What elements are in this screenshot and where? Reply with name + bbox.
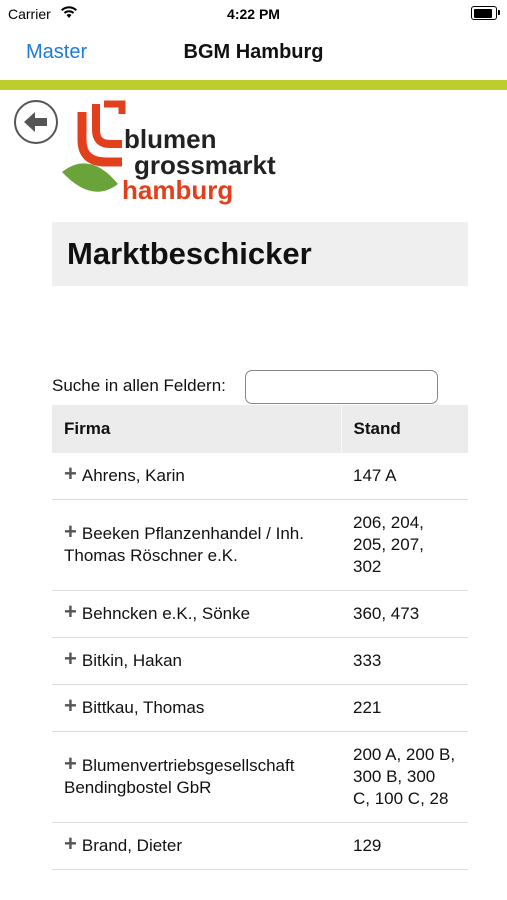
status-bar: Carrier 4:22 PM xyxy=(0,0,507,28)
firma-name: Brand, Dieter xyxy=(81,836,183,855)
nav-title: BGM Hamburg xyxy=(183,41,324,63)
stand-cell: 206, 204, 205, 207, 302 xyxy=(341,499,468,591)
table-row[interactable]: + Beeken Pflanzenhandel / Inh. Thomas Rös… xyxy=(52,499,468,591)
stand-cell: 129 xyxy=(341,822,468,870)
green-accent-bar xyxy=(0,80,507,90)
column-header-firma[interactable]: Firma xyxy=(52,405,341,453)
search-input[interactable] xyxy=(245,370,438,404)
plus-icon[interactable]: + xyxy=(64,521,77,543)
vendor-table: Firma Stand + Ahrens, Karin 147 A + Beeken… xyxy=(52,405,468,870)
back-arrow-icon xyxy=(24,112,47,132)
search-label: Suche in allen Feldern: xyxy=(52,376,226,395)
search-row: Suche in allen Feldern: xyxy=(52,370,468,406)
firma-name: Bittkau, Thomas xyxy=(81,698,205,717)
firma-cell: + Blumenvertriebsgesellschaft Bendingbost… xyxy=(52,731,341,823)
firma-cell: + Brand, Dieter xyxy=(52,822,341,870)
firma-cell: + Behncken e.K., Sönke xyxy=(52,590,341,638)
plus-icon[interactable]: + xyxy=(64,753,77,775)
firma-name: Bitkin, Hakan xyxy=(81,651,183,670)
firma-name: Ahrens, Karin xyxy=(81,466,185,485)
logo-text-hamburg: hamburg xyxy=(122,175,234,205)
column-header-stand[interactable]: Stand xyxy=(340,405,468,453)
firma-cell: + Bittkau, Thomas xyxy=(52,684,341,732)
plus-icon[interactable]: + xyxy=(64,463,77,485)
plus-icon[interactable]: + xyxy=(64,601,77,623)
table-header-row: Firma Stand xyxy=(52,405,468,453)
plus-icon[interactable]: + xyxy=(64,833,77,855)
plus-icon[interactable]: + xyxy=(64,648,77,670)
table-row[interactable]: + Bitkin, Hakan 333 xyxy=(52,637,468,685)
stand-cell: 221 xyxy=(341,684,468,732)
table-row[interactable]: + Ahrens, Karin 147 A xyxy=(52,453,468,500)
table-row[interactable]: + Bittkau, Thomas 221 xyxy=(52,684,468,732)
firma-name: Beeken Pflanzenhandel / Inh. Thomas Rösc… xyxy=(64,524,304,565)
status-time: 4:22 PM xyxy=(227,6,280,22)
logo-text-blumen: blumen xyxy=(124,124,217,154)
back-arrow-button[interactable] xyxy=(14,100,58,144)
table-row[interactable]: + Behncken e.K., Sönke 360, 473 xyxy=(52,590,468,638)
table-row[interactable]: + Blumenvertriebsgesellschaft Bendingbost… xyxy=(52,731,468,823)
blumengrossmarkt-logo: blumen grossmarkt hamburg xyxy=(60,100,290,210)
battery-icon xyxy=(471,6,500,20)
firma-cell: + Beeken Pflanzenhandel / Inh. Thomas Rös… xyxy=(52,499,341,591)
navigation-bar: Master BGM Hamburg xyxy=(0,28,507,80)
stand-cell: 333 xyxy=(341,637,468,685)
page-heading-box: Marktbeschicker xyxy=(52,222,468,286)
page-title: Marktbeschicker xyxy=(67,236,312,271)
firma-name: Behncken e.K., Sönke xyxy=(81,604,251,623)
plus-icon[interactable]: + xyxy=(64,695,77,717)
firma-cell: + Ahrens, Karin xyxy=(52,453,341,500)
table-row[interactable]: + Brand, Dieter 129 xyxy=(52,822,468,870)
stand-cell: 200 A, 200 B, 300 B, 300 C, 100 C, 28 xyxy=(341,731,468,823)
firma-name: Blumenvertriebsgesellschaft Bendingboste… xyxy=(64,756,295,797)
stand-cell: 360, 473 xyxy=(341,590,468,638)
firma-cell: + Bitkin, Hakan xyxy=(52,637,341,685)
stand-cell: 147 A xyxy=(341,453,468,500)
